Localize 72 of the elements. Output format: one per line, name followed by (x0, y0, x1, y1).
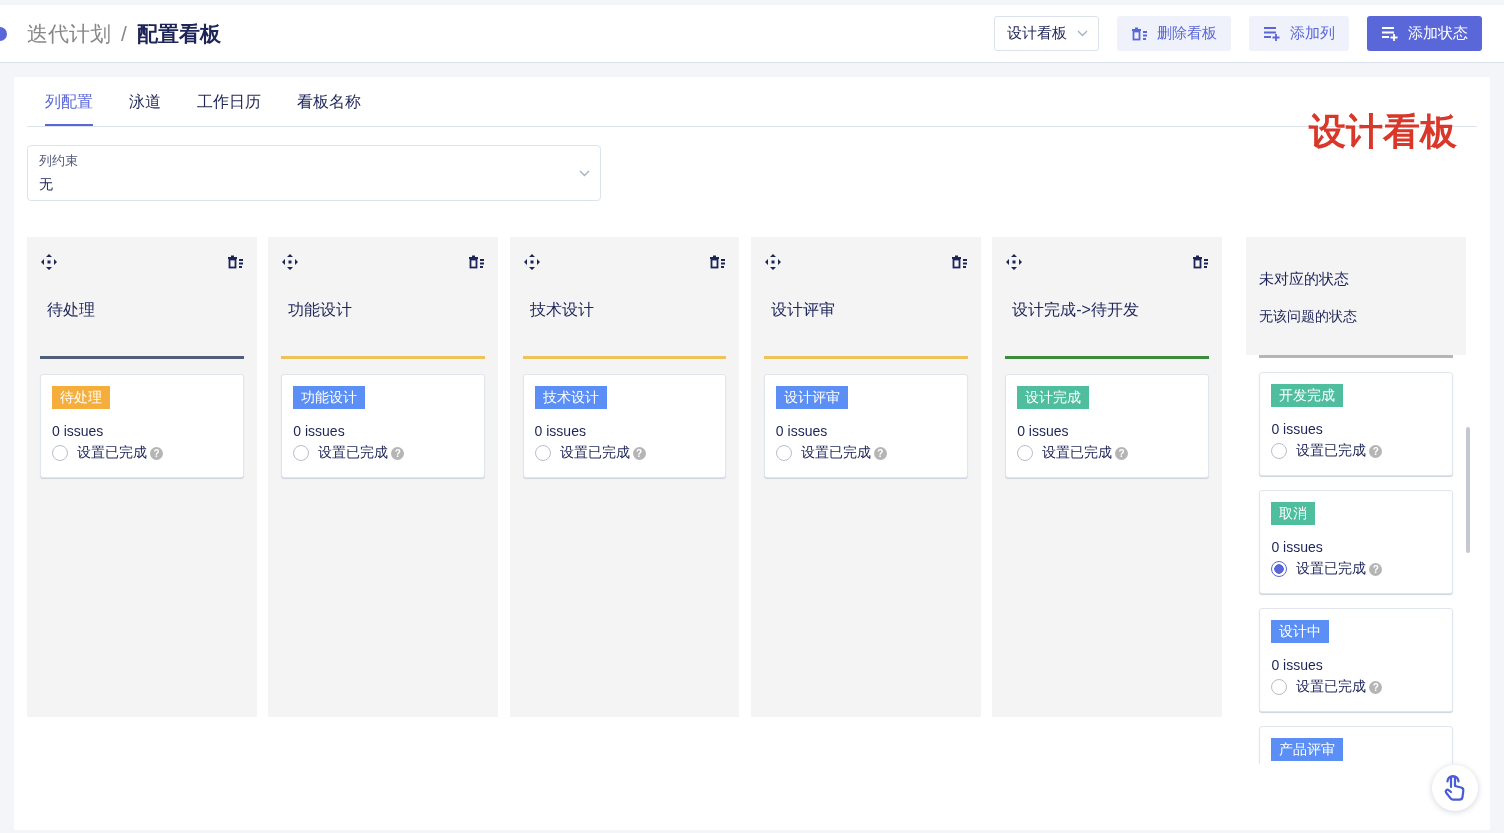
issue-count: 0 issues (293, 423, 345, 439)
radio-label: 设置已完成 (559, 444, 630, 462)
radio-label: 设置已完成 (1042, 444, 1113, 462)
trash-icon[interactable] (709, 254, 727, 269)
status-tag: 功能设计 (293, 386, 366, 409)
issue-count: 0 issues (1271, 421, 1323, 437)
move-icon (41, 253, 57, 270)
radio-button[interactable] (1271, 679, 1288, 695)
status-tag: 开发完成 (1271, 384, 1344, 407)
issue-count: 0 issues (1017, 423, 1069, 439)
radio-button[interactable] (52, 445, 68, 461)
radio-button[interactable] (293, 445, 310, 461)
status-tag: 技术设计 (534, 386, 607, 409)
delete-button[interactable]: 删除看板 (1117, 16, 1231, 51)
trash-icon[interactable] (226, 254, 244, 269)
column-constraint-select[interactable]: 列约束 无 (27, 145, 601, 201)
radio-button[interactable] (1017, 445, 1034, 461)
move-icon (1006, 253, 1023, 270)
issue-count: 0 issues (775, 423, 828, 439)
chevron-down-icon (1077, 30, 1088, 37)
field-value: 无 (39, 176, 54, 194)
radio-label: 设置已完成 (1296, 678, 1367, 696)
annotation-text: 设计看板 (1309, 110, 1457, 154)
move-icon (282, 253, 299, 270)
side-toggle-icon[interactable] (0, 26, 7, 41)
trash-icon (1131, 26, 1148, 41)
tab[interactable]: 列配置 (45, 92, 93, 126)
status-tag: 设计评审 (775, 386, 848, 409)
radio-button[interactable] (1271, 443, 1288, 459)
scrollbar[interactable] (1466, 427, 1471, 553)
list-add-icon (1263, 25, 1281, 42)
radio-button[interactable] (534, 445, 551, 461)
radio-label: 设置已完成 (1296, 560, 1367, 578)
unmapped-title: 未对应的状态 (1259, 270, 1351, 289)
field-label: 列约束 (39, 152, 78, 170)
list-add-icon (1381, 25, 1399, 42)
column-title: 技术设计 (528, 300, 595, 320)
breadcrumb-item[interactable]: 迭代计划 (27, 19, 111, 48)
radio-label: 设置已完成 (77, 444, 147, 462)
tab[interactable]: 泳道 (129, 92, 161, 126)
issue-count: 0 issues (534, 423, 586, 439)
breadcrumb-separator: / (121, 21, 127, 46)
column-title: 功能设计 (287, 300, 354, 320)
add-column-button[interactable]: 添加列 (1249, 16, 1349, 51)
status-tag: 待处理 (52, 386, 110, 409)
radio-label: 设置已完成 (1296, 442, 1367, 460)
radio-button[interactable] (775, 445, 792, 461)
radio-label: 设置已完成 (318, 444, 389, 462)
chevron-down-icon (579, 169, 590, 177)
issue-count: 0 issues (1271, 657, 1323, 673)
tab[interactable]: 看板名称 (297, 92, 361, 126)
add-status-button[interactable]: 添加状态 (1367, 16, 1482, 51)
radio-button[interactable] (1271, 561, 1288, 577)
breadcrumb-item: 配置看板 (136, 20, 221, 47)
tab[interactable]: 工作日历 (197, 92, 261, 126)
unmapped-subtitle: 无该问题的状态 (1259, 308, 1359, 326)
move-icon (764, 253, 781, 270)
status-tag: 取消 (1271, 502, 1316, 525)
issue-count: 0 issues (1271, 539, 1323, 555)
move-icon (523, 253, 540, 270)
column-title: 待处理 (46, 300, 96, 320)
column-title: 设计评审 (769, 300, 836, 320)
board-select[interactable]: 设计看板 (994, 16, 1099, 51)
issue-count: 0 issues (52, 423, 104, 439)
status-tag: 设计完成 (1017, 386, 1090, 409)
column-title: 设计完成->待开发 (1011, 300, 1140, 320)
trash-icon[interactable] (950, 254, 968, 269)
radio-label: 设置已完成 (800, 444, 871, 462)
status-tag: 设计中 (1271, 620, 1330, 643)
status-tag: 产品评审 (1271, 738, 1344, 761)
trash-icon[interactable] (1191, 254, 1209, 269)
trash-icon[interactable] (468, 254, 486, 269)
